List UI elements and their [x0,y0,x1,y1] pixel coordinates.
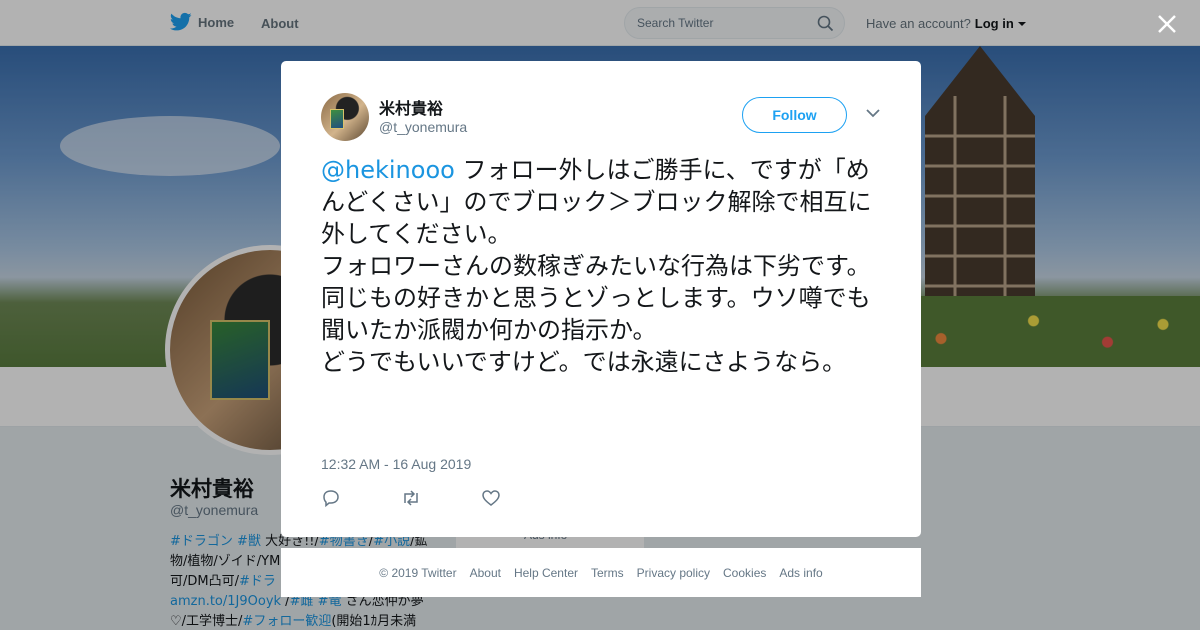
author-name[interactable]: 米村貴裕 [379,95,443,119]
reply-icon[interactable] [321,488,341,508]
tweet-modal: 米村貴裕 @t_yonemura Follow @hekinooo フォロー外し… [281,61,921,537]
close-icon[interactable] [1155,12,1179,36]
chevron-down-icon[interactable] [866,109,880,118]
footer-copyright: © 2019 Twitter [379,565,457,580]
author-avatar[interactable] [321,93,369,141]
modal-footer: © 2019 Twitter About Help Center Terms P… [281,548,921,597]
footer-link-cookies[interactable]: Cookies [723,566,766,580]
tweet-text: @hekinooo フォロー外しはご勝手に、ですが「めんどくさい」のでブロック＞… [321,154,886,378]
tweet-actions [321,488,501,508]
follow-button[interactable]: Follow [742,97,847,133]
retweet-icon[interactable] [401,488,421,508]
footer-link-ads-info[interactable]: Ads info [779,566,822,580]
footer-link-help-center[interactable]: Help Center [514,566,578,580]
like-icon[interactable] [481,488,501,508]
footer-link-privacy-policy[interactable]: Privacy policy [637,566,710,580]
avatar-card-graphic [330,109,344,129]
author-handle[interactable]: @t_yonemura [379,119,467,135]
mention-link[interactable]: @hekinooo [321,156,455,184]
footer-link-terms[interactable]: Terms [591,566,624,580]
tweet-timestamp[interactable]: 12:32 AM - 16 Aug 2019 [321,456,471,472]
footer-link-about[interactable]: About [470,566,501,580]
tweet-body: フォロー外しはご勝手に、ですが「めんどくさい」のでブロック＞ブロック解除で相互に… [321,156,872,376]
